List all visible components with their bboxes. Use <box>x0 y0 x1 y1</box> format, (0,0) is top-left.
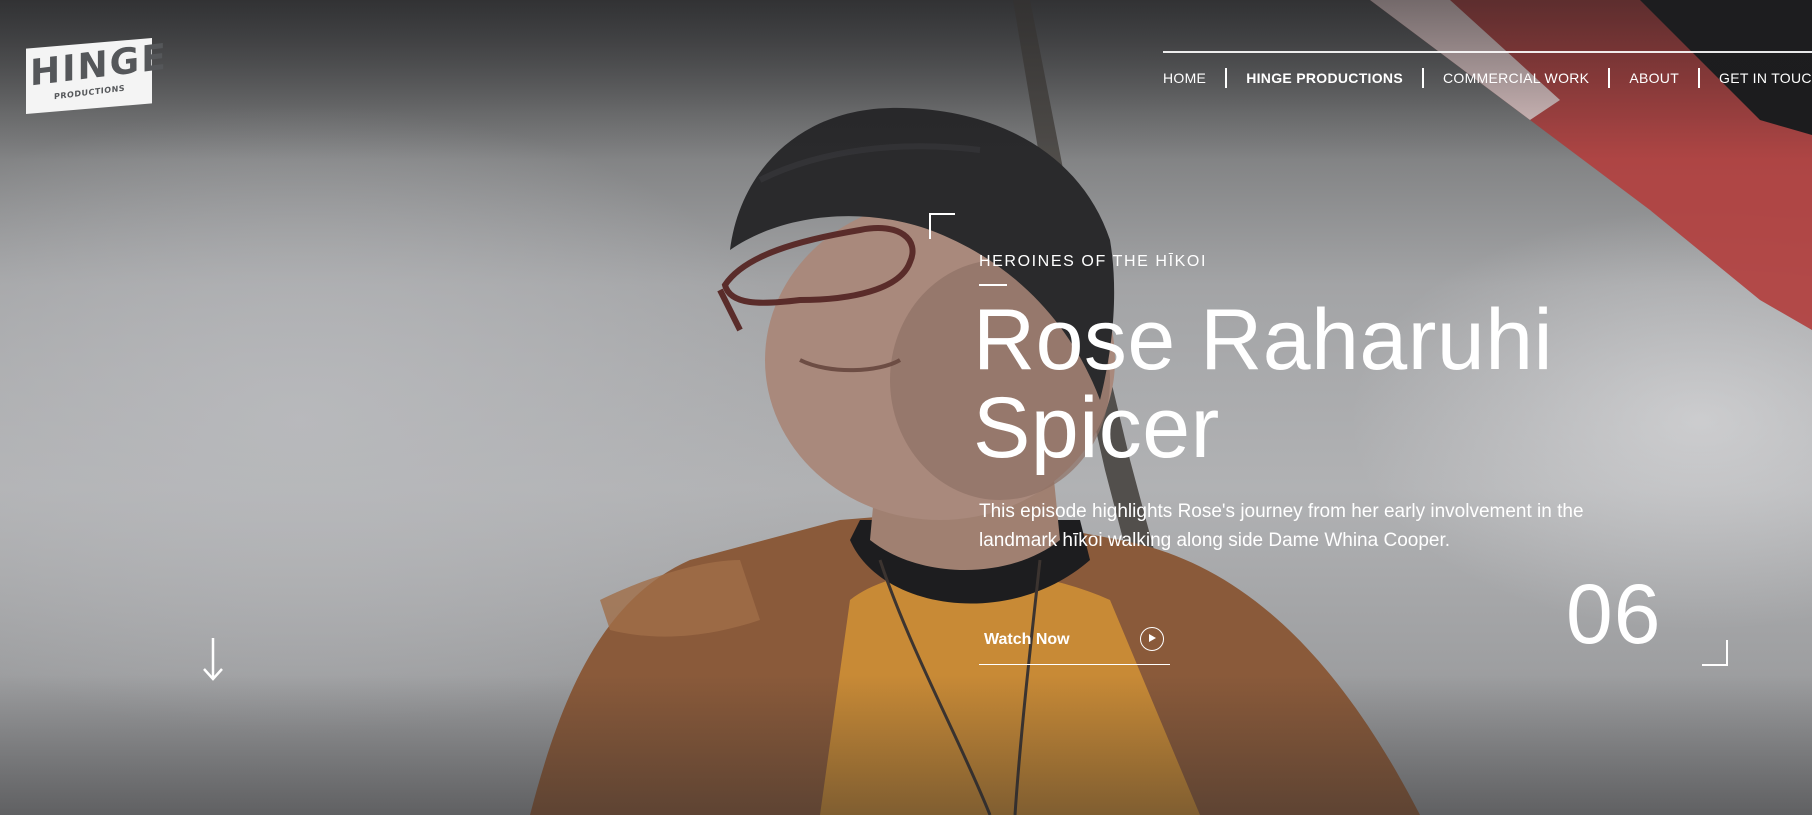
series-eyebrow: HEROINES OF THE HĪKOI <box>979 253 1207 270</box>
nav-item-hinge-productions[interactable]: HINGE PRODUCTIONS <box>1246 70 1403 86</box>
arrow-down-icon[interactable] <box>198 636 228 682</box>
nav-divider <box>1608 68 1611 88</box>
nav-item-commercial-work[interactable]: COMMERCIAL WORK <box>1443 70 1589 86</box>
nav-item-get-in-touch[interactable]: GET IN TOUCH <box>1719 70 1812 86</box>
corner-bracket-top-left <box>929 213 955 239</box>
nav-top-rule <box>1163 51 1812 53</box>
nav-item-about[interactable]: ABOUT <box>1629 70 1679 86</box>
episode-title: Rose Raharuhi Spicer <box>973 296 1693 472</box>
episode-title-line-1: Rose Raharuhi <box>973 292 1554 388</box>
nav-divider <box>1698 68 1701 88</box>
episode-description: This episode highlights Rose's journey f… <box>979 501 1584 551</box>
corner-bracket-bottom-right <box>1702 640 1728 666</box>
watch-now-button[interactable]: Watch Now <box>979 624 1170 665</box>
nav-divider <box>1225 68 1228 88</box>
flag-graphic <box>1370 0 1812 330</box>
hero-section: HINGE PRODUCTIONS HOME HINGE PRODUCTIONS… <box>0 0 1812 815</box>
episode-number: 06 <box>1566 567 1662 661</box>
main-nav: HOME HINGE PRODUCTIONS COMMERCIAL WORK A… <box>1163 68 1812 88</box>
eyebrow-rule <box>979 284 1007 286</box>
play-circle-icon <box>1140 627 1164 651</box>
watch-now-label: Watch Now <box>984 631 1070 648</box>
nav-divider <box>1421 68 1424 88</box>
nav-item-home[interactable]: HOME <box>1163 70 1206 86</box>
hinge-logo[interactable]: HINGE PRODUCTIONS <box>26 37 168 116</box>
episode-title-line-2: Spicer <box>973 380 1220 476</box>
